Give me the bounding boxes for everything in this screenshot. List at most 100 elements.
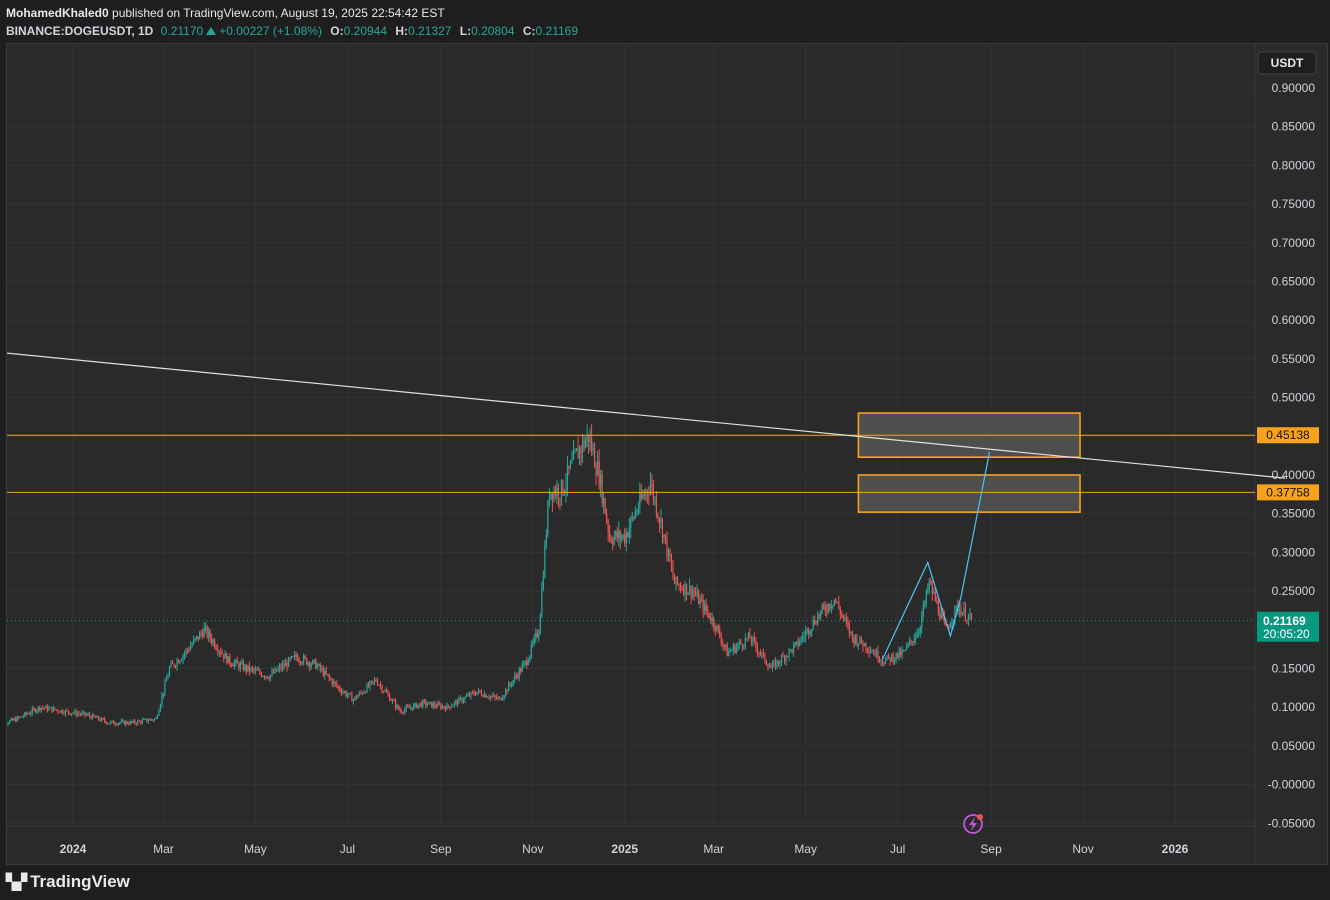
candle — [262, 675, 264, 678]
candle-body — [411, 707, 413, 710]
candle — [30, 710, 32, 717]
candle — [497, 695, 499, 702]
candle — [113, 719, 115, 724]
candle — [396, 704, 398, 711]
y-tick-label: 0.35000 — [1272, 507, 1316, 521]
candle — [640, 484, 642, 502]
candle-body — [401, 711, 403, 713]
symbol-label[interactable]: BINANCE:DOGEUSDT, 1D — [6, 24, 153, 38]
candle — [343, 690, 345, 694]
candle-body — [557, 487, 560, 499]
candle-body — [654, 498, 656, 500]
candle — [714, 623, 716, 636]
candle — [138, 719, 140, 722]
candle-body — [168, 667, 171, 676]
candle — [889, 656, 891, 666]
candle-body — [164, 681, 166, 694]
candle — [933, 587, 935, 594]
candle-body — [226, 653, 228, 664]
candle — [15, 716, 17, 722]
candle-body — [731, 650, 733, 652]
chart-area[interactable]: 0.90000 0.85000 0.80000 0.75000 0.70000 0.650… — [6, 43, 1328, 865]
candle-body — [767, 664, 769, 668]
candle-body — [669, 549, 671, 561]
candle — [630, 515, 632, 539]
candle — [505, 687, 507, 698]
candle-body — [51, 707, 53, 712]
candle — [364, 691, 367, 694]
candle-body — [61, 710, 64, 714]
candle-body — [566, 465, 569, 485]
candle — [468, 691, 471, 698]
candle — [886, 655, 888, 661]
candle-body — [701, 599, 703, 601]
candle-body — [251, 667, 253, 669]
candle-body — [776, 660, 778, 668]
price-chart[interactable]: 0.90000 0.85000 0.80000 0.75000 0.70000 0.650… — [7, 44, 1327, 864]
target-zone-2 — [857, 474, 1081, 513]
candle — [594, 442, 596, 468]
candle — [699, 595, 701, 609]
candle-body — [24, 712, 26, 717]
candle-body — [826, 610, 828, 612]
candle — [69, 712, 71, 715]
candle-body — [137, 720, 139, 724]
candle-body — [16, 716, 18, 722]
candle — [381, 684, 383, 694]
candle — [485, 693, 487, 698]
candle — [51, 707, 53, 714]
candle — [310, 662, 312, 670]
candle — [633, 515, 635, 521]
candle — [183, 650, 186, 661]
candle-body — [875, 650, 878, 657]
candle — [215, 644, 217, 651]
candle — [180, 657, 183, 662]
candle-body — [399, 709, 401, 712]
candle-body — [886, 655, 888, 660]
candle — [155, 716, 157, 719]
candle-body — [48, 707, 50, 711]
candle — [73, 709, 76, 715]
candle — [603, 492, 605, 514]
candle — [606, 508, 608, 525]
candle — [755, 637, 757, 653]
candle — [208, 627, 210, 642]
candle-body — [420, 703, 422, 707]
candle — [887, 653, 890, 660]
candle — [909, 636, 911, 647]
candle — [287, 656, 290, 668]
candle — [366, 682, 368, 694]
candle-body — [96, 716, 98, 718]
candle-body — [506, 689, 508, 692]
candle-body — [391, 699, 394, 701]
candle — [535, 628, 537, 643]
candle-body — [357, 695, 359, 699]
candle-body — [253, 668, 255, 671]
candle-body — [756, 646, 759, 653]
candle — [512, 679, 514, 687]
candle — [63, 710, 65, 716]
candle-body — [108, 723, 110, 725]
candle-body — [125, 721, 127, 725]
candle — [132, 719, 134, 724]
candle-body — [609, 532, 611, 539]
candle-body — [738, 641, 740, 645]
candle-body — [572, 451, 575, 460]
candle — [46, 703, 48, 713]
candle-body — [337, 686, 339, 688]
candle-body — [245, 665, 247, 671]
candle — [70, 713, 73, 717]
candle-body — [158, 710, 160, 716]
candle — [465, 693, 468, 698]
candle-body — [390, 700, 392, 702]
candle-body — [725, 645, 727, 647]
candle-body — [101, 718, 103, 721]
candle-body — [698, 591, 700, 605]
candle-body — [675, 576, 677, 585]
candle-body — [651, 483, 653, 485]
candle-body — [303, 656, 305, 663]
candle-body — [811, 628, 813, 632]
candle-body — [634, 512, 636, 518]
candle — [607, 518, 609, 542]
y-tick-label: 0.80000 — [1272, 158, 1316, 172]
